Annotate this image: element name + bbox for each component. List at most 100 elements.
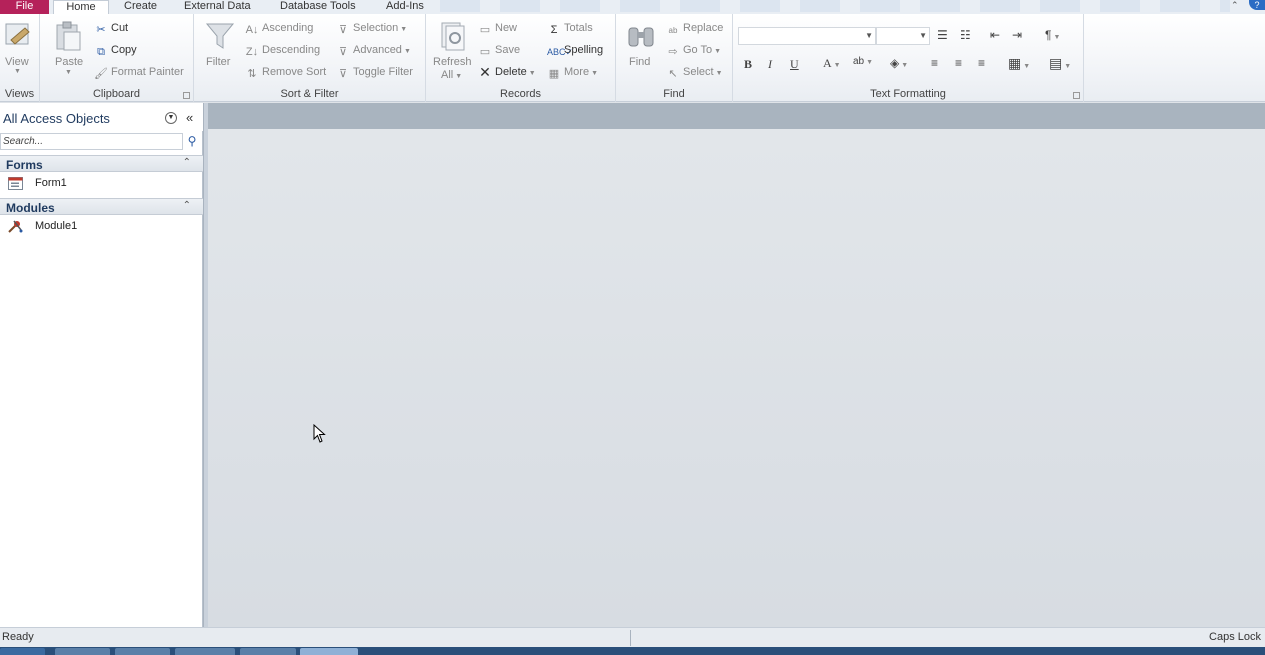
arrow-right-icon: ⇨ bbox=[668, 46, 678, 58]
font-name-combo[interactable]: ▼ bbox=[738, 27, 876, 45]
fill-color-icon[interactable]: ◈ ▼ bbox=[890, 56, 908, 70]
ascending-label: Ascending bbox=[262, 22, 314, 34]
cut-button[interactable]: ✂ Cut bbox=[94, 22, 128, 36]
more-label: More bbox=[564, 66, 590, 78]
taskbar-item-active[interactable] bbox=[300, 648, 358, 655]
group-label-records: Records bbox=[500, 88, 541, 100]
chevron-down-icon: ▼ bbox=[400, 26, 408, 33]
gridlines-icon[interactable]: ▦ ▼ bbox=[1008, 55, 1030, 72]
nav-section-forms[interactable]: Forms ⌃ bbox=[0, 155, 203, 172]
ribbon-tabs: File Home Create External Data Database … bbox=[0, 0, 1265, 14]
section-label: Modules bbox=[6, 201, 55, 215]
delete-button[interactable]: ✕ Delete ▼ bbox=[478, 64, 536, 80]
filter-icon bbox=[205, 23, 235, 49]
taskbar-item[interactable] bbox=[55, 648, 110, 655]
save-label: Save bbox=[495, 44, 521, 56]
alternate-row-color-icon[interactable]: ▤ ▼ bbox=[1049, 55, 1071, 72]
start-button[interactable] bbox=[0, 648, 45, 655]
clipboard-dialog-launcher[interactable] bbox=[183, 92, 190, 99]
selection-label: Selection bbox=[353, 22, 399, 34]
pointer-icon: ↖ bbox=[668, 68, 678, 80]
taskbar-item[interactable] bbox=[240, 648, 296, 655]
advanced-filter-icon: ⊽ bbox=[338, 46, 348, 58]
italic-button[interactable]: I bbox=[768, 57, 772, 72]
replace-button[interactable]: ab Replace bbox=[666, 22, 724, 37]
remove-sort-button[interactable]: ⇅ Remove Sort bbox=[245, 66, 326, 80]
tab-file[interactable]: File bbox=[0, 0, 49, 14]
find-button[interactable]: Find bbox=[629, 56, 650, 68]
totals-button[interactable]: Σ Totals bbox=[547, 22, 593, 36]
align-center-icon[interactable]: ≡ bbox=[955, 56, 962, 70]
delete-x-icon: ✕ bbox=[479, 64, 491, 80]
paragraph-direction-icon[interactable]: ¶ ▼ bbox=[1045, 28, 1060, 42]
tab-home[interactable]: Home bbox=[53, 0, 109, 14]
spelling-button[interactable]: ABC✓Spelling bbox=[547, 44, 603, 58]
bullets-icon[interactable]: ☰ bbox=[937, 28, 948, 42]
view-dropdown-icon[interactable]: ▼ bbox=[14, 68, 21, 75]
workspace[interactable] bbox=[208, 129, 1265, 627]
font-color-button[interactable]: A ▼ bbox=[823, 56, 841, 71]
increase-indent-icon[interactable]: ⇥ bbox=[1012, 28, 1022, 42]
view-button[interactable]: View bbox=[5, 56, 29, 68]
nav-title: All Access Objects bbox=[3, 111, 110, 126]
nav-section-modules[interactable]: Modules ⌃ bbox=[0, 198, 203, 215]
bold-button[interactable]: B bbox=[744, 57, 752, 72]
tab-database-tools[interactable]: Database Tools bbox=[274, 0, 362, 14]
refresh-all-button[interactable]: All ▼ bbox=[441, 69, 462, 81]
align-right-icon[interactable]: ≡ bbox=[978, 56, 985, 70]
search-icon[interactable]: ⚲ bbox=[184, 134, 200, 150]
copy-button[interactable]: ⧉ Copy bbox=[94, 44, 137, 58]
minimize-ribbon-icon[interactable]: ⌃ bbox=[1231, 0, 1243, 10]
status-bar: Ready Caps Lock bbox=[0, 627, 1265, 647]
font-size-combo[interactable]: ▼ bbox=[876, 27, 930, 45]
paste-button[interactable]: Paste bbox=[55, 56, 83, 68]
scissors-icon: ✂ bbox=[96, 24, 106, 36]
more-button[interactable]: ▦ More ▼ bbox=[547, 66, 598, 80]
group-label-sort-filter: Sort & Filter bbox=[280, 88, 339, 100]
refresh-button[interactable]: Refresh bbox=[433, 56, 472, 68]
nav-collapse-icon[interactable]: « bbox=[186, 110, 193, 125]
font-color-label: A bbox=[823, 56, 832, 70]
decrease-indent-icon[interactable]: ⇤ bbox=[990, 28, 1000, 42]
advanced-button[interactable]: ⊽ Advanced ▼ bbox=[336, 44, 411, 58]
tab-create[interactable]: Create bbox=[118, 0, 163, 14]
group-sort-filter: Filter A↓ Ascending Z↓ Descending ⇅ Remove … bbox=[194, 14, 426, 102]
save-record-button[interactable]: ▭ Save bbox=[478, 44, 520, 58]
ascending-button[interactable]: A↓ Ascending bbox=[245, 22, 314, 36]
toggle-filter-icon: ⊽ bbox=[338, 68, 348, 80]
numbering-icon[interactable]: ☷ bbox=[960, 28, 971, 42]
nav-item-module1[interactable]: Module1 bbox=[0, 217, 203, 237]
select-button[interactable]: ↖ Select ▼ bbox=[666, 66, 722, 80]
copy-icon: ⧉ bbox=[97, 46, 105, 58]
tab-external-data[interactable]: External Data bbox=[178, 0, 257, 14]
descending-button[interactable]: Z↓ Descending bbox=[245, 44, 320, 58]
group-find: Find ab Replace ⇨ Go To ▼ ↖ Select ▼ Find bbox=[616, 14, 733, 102]
align-left-icon[interactable]: ≡ bbox=[931, 56, 938, 70]
chevron-down-icon: ▼ bbox=[919, 31, 927, 40]
nav-search-input[interactable]: Search... bbox=[0, 133, 183, 150]
remove-sort-label: Remove Sort bbox=[262, 66, 327, 78]
nav-menu-dropdown-icon[interactable]: ▼ bbox=[165, 112, 177, 124]
filter-button[interactable]: Filter bbox=[206, 56, 230, 68]
selection-button[interactable]: ⊽ Selection ▼ bbox=[336, 22, 407, 36]
group-views: View ▼ Views bbox=[0, 14, 40, 102]
toggle-filter-button[interactable]: ⊽ Toggle Filter bbox=[336, 66, 413, 80]
underline-button[interactable]: U bbox=[790, 57, 799, 72]
nav-item-form1[interactable]: Form1 bbox=[0, 174, 203, 194]
help-icon[interactable]: ? bbox=[1249, 0, 1265, 10]
collapse-up-icon: ⌃ bbox=[182, 200, 191, 211]
highlight-icon[interactable]: ab ▼ bbox=[853, 56, 873, 67]
paste-dropdown-icon[interactable]: ▼ bbox=[65, 69, 72, 76]
new-record-button[interactable]: ▭ New bbox=[478, 22, 517, 36]
totals-label: Totals bbox=[564, 22, 593, 34]
tab-add-ins[interactable]: Add-Ins bbox=[380, 0, 430, 14]
taskbar-item[interactable] bbox=[115, 648, 170, 655]
os-taskbar bbox=[0, 647, 1265, 655]
nav-header[interactable]: All Access Objects ▼ « bbox=[0, 103, 203, 131]
format-painter-button[interactable]: 🖌 Format Painter bbox=[94, 66, 184, 80]
go-to-button[interactable]: ⇨ Go To ▼ bbox=[666, 44, 721, 58]
text-formatting-dialog-launcher[interactable] bbox=[1073, 92, 1080, 99]
status-text: Ready bbox=[2, 631, 34, 643]
ribbon: View ▼ Views Paste ▼ ✂ Cut ⧉ Copy 🖌 Format … bbox=[0, 14, 1265, 102]
taskbar-item[interactable] bbox=[175, 648, 235, 655]
